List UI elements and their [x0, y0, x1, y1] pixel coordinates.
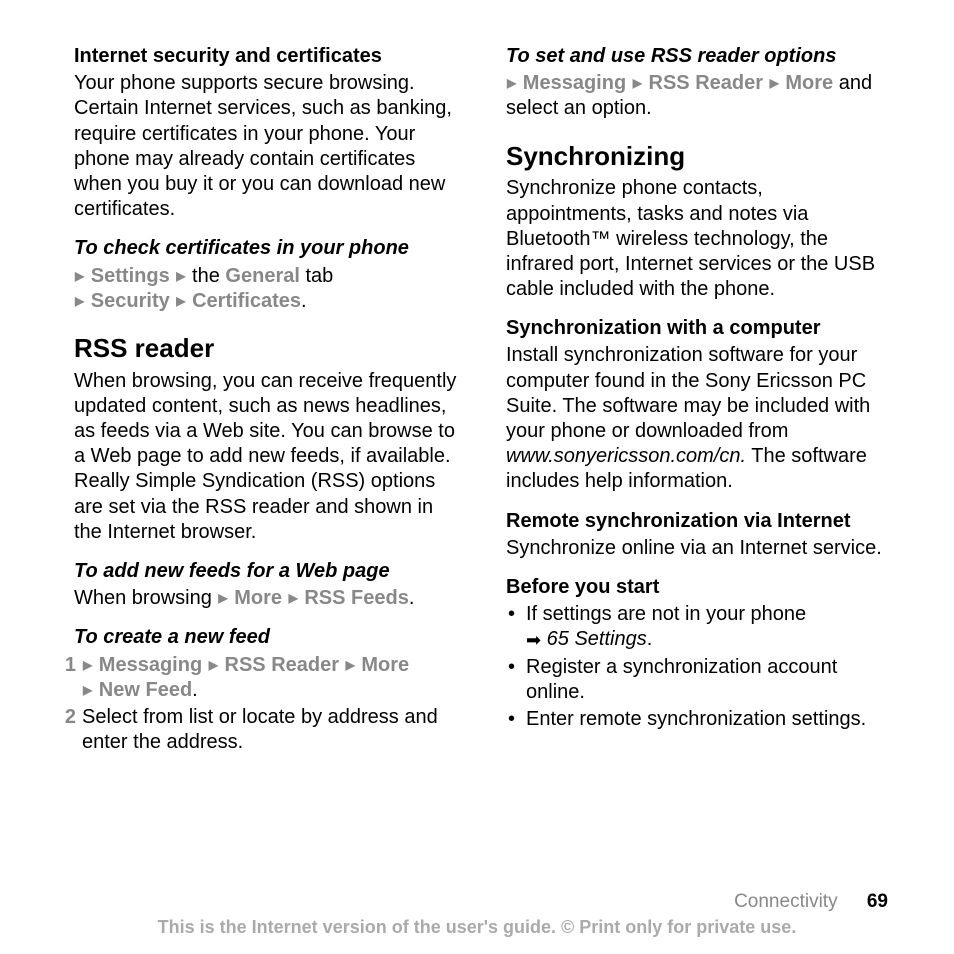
list-item: Register a synchronization account onlin… [526, 655, 890, 705]
left-column: Internet security and certificates Your … [74, 44, 458, 757]
nav-messaging: Messaging [99, 654, 202, 676]
triangle-icon: ▶ [175, 294, 186, 308]
nav-rss-feeds: RSS Feeds [304, 587, 408, 609]
nav-path-add-feeds: When browsing ▶ More ▶ RSS Feeds. [74, 586, 458, 611]
nav-messaging: Messaging [523, 72, 626, 94]
text-url: www.sonyericsson.com/cn. [506, 445, 746, 467]
nav-path-create-feed: ▶ Messaging ▶ RSS Reader ▶ More ▶ New Fe… [82, 653, 458, 703]
nav-more: More [361, 654, 409, 676]
text-b1-pre: If settings are not in your phone [526, 603, 806, 625]
triangle-icon: ▶ [74, 294, 85, 308]
numbered-list-create-feed: 1 ▶ Messaging ▶ RSS Reader ▶ More ▶ New … [56, 653, 458, 756]
bullet-list-before-start: If settings are not in your phone ➡ 65 S… [506, 602, 890, 732]
footer-section-name: Connectivity [734, 891, 838, 912]
text-period: . [301, 290, 307, 312]
link-65-settings: 65 Settings [547, 628, 647, 650]
body-remote-sync: Synchronize online via an Internet servi… [506, 536, 890, 561]
list-item: 2 Select from list or locate by address … [56, 705, 458, 755]
subheading-remote-sync: Remote synchronization via Internet [506, 509, 890, 534]
nav-certificates: Certificates [192, 290, 301, 312]
section-heading-rss: RSS reader [74, 332, 458, 365]
nav-more: More [785, 72, 833, 94]
right-column: To set and use RSS reader options ▶ Mess… [506, 44, 890, 757]
link-arrow-icon: ➡ [526, 629, 541, 652]
triangle-icon: ▶ [82, 683, 93, 697]
triangle-icon: ▶ [506, 76, 517, 90]
text-tab: tab [300, 265, 333, 287]
list-number-2: 2 [56, 705, 82, 755]
nav-more: More [234, 587, 282, 609]
text-columns: Internet security and certificates Your … [74, 44, 890, 757]
instr-heading-check-certs: To check certificates in your phone [74, 236, 458, 261]
triangle-icon: ▶ [217, 591, 228, 605]
list-number-1: 1 [56, 653, 82, 703]
triangle-icon: ▶ [288, 591, 299, 605]
subheading-before-start: Before you start [506, 575, 890, 600]
text-the: the [187, 265, 226, 287]
text-period: . [647, 628, 653, 650]
list-item: 1 ▶ Messaging ▶ RSS Reader ▶ More ▶ New … [56, 653, 458, 703]
footer-page-number: 69 [867, 891, 888, 912]
nav-path-check-certs-2: ▶ Security ▶ Certificates. [74, 289, 458, 314]
body-internet-security: Your phone supports secure browsing. Cer… [74, 71, 458, 222]
subheading-internet-security: Internet security and certificates [74, 44, 458, 69]
subheading-sync-computer: Synchronization with a computer [506, 316, 890, 341]
triangle-icon: ▶ [769, 76, 780, 90]
footer-page-info: Connectivity 69 [0, 891, 954, 913]
list-item-text: Select from list or locate by address an… [82, 705, 458, 755]
triangle-icon: ▶ [345, 658, 356, 672]
instr-heading-create-feed: To create a new feed [74, 625, 458, 650]
triangle-icon: ▶ [82, 658, 93, 672]
nav-rss-reader: RSS Reader [649, 72, 764, 94]
triangle-icon: ▶ [208, 658, 219, 672]
section-heading-sync: Synchronizing [506, 140, 890, 173]
instr-heading-add-feeds: To add new feeds for a Web page [74, 559, 458, 584]
text-period: . [409, 587, 415, 609]
footer-disclaimer: This is the Internet version of the user… [0, 917, 954, 938]
text-when-browsing: When browsing [74, 587, 217, 609]
text-pre: Install synchronization software for you… [506, 344, 870, 442]
body-rss-reader: When browsing, you can receive frequentl… [74, 369, 458, 545]
triangle-icon: ▶ [175, 269, 186, 283]
nav-settings: Settings [91, 265, 170, 287]
triangle-icon: ▶ [74, 269, 85, 283]
nav-security: Security [91, 290, 170, 312]
nav-rss-reader: RSS Reader [225, 654, 340, 676]
list-item: Enter remote synchronization settings. [526, 707, 890, 732]
list-item: If settings are not in your phone ➡ 65 S… [526, 602, 890, 652]
nav-path-check-certs-1: ▶ Settings ▶ the General tab [74, 264, 458, 289]
body-sync: Synchronize phone contacts, appointments… [506, 176, 890, 302]
instr-heading-rss-options: To set and use RSS reader options [506, 44, 890, 69]
page-footer: Connectivity 69 This is the Internet ver… [0, 891, 954, 938]
triangle-icon: ▶ [632, 76, 643, 90]
page-root: Internet security and certificates Your … [0, 0, 954, 954]
text-period: . [192, 679, 198, 701]
nav-path-rss-options: ▶ Messaging ▶ RSS Reader ▶ More and sele… [506, 71, 890, 121]
body-sync-computer: Install synchronization software for you… [506, 343, 890, 494]
nav-new-feed: New Feed [99, 679, 192, 701]
nav-general: General [225, 265, 299, 287]
